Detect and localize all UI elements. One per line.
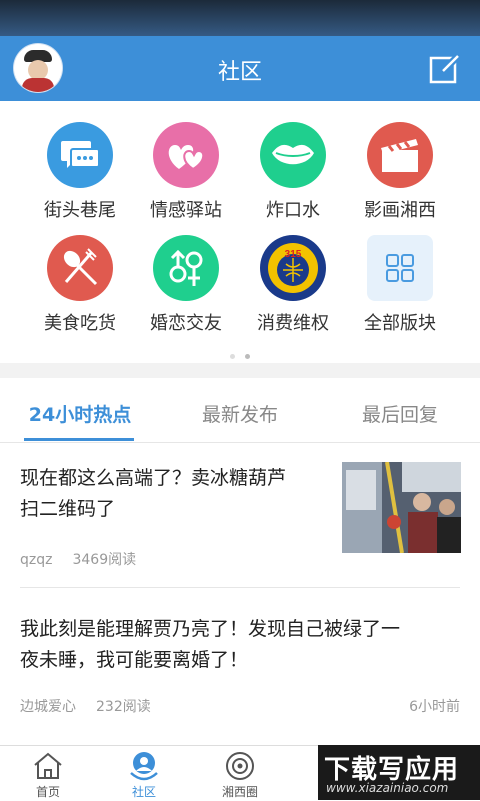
page-indicator (0, 344, 480, 363)
category-label: 街头巷尾 (44, 200, 116, 221)
gender-icon (153, 235, 219, 301)
nav-label: 湘西圈 (221, 785, 258, 799)
list-item[interactable]: 现在都这么高端了？卖冰糖葫芦 扫二维码了 qzqz 3469阅读 (0, 443, 480, 587)
post-title-line: 现在都这么高端了？卖冰糖葫芦 (20, 467, 287, 489)
post-thumbnail (342, 462, 461, 553)
nav-community[interactable]: 社区 (96, 746, 192, 801)
feed-tabs: 24小时热点 最新发布 最后回复 (0, 378, 480, 443)
post-title: 现在都这么高端了？卖冰糖葫芦 扫二维码了 (20, 463, 286, 525)
post-views: 3469阅读 (72, 552, 137, 568)
tab-last-reply[interactable]: 最后回复 (320, 400, 480, 427)
tab-24h-hot[interactable]: 24小时热点 (0, 400, 160, 427)
nav-xiangxi-circle[interactable]: 湘西圈 (192, 746, 288, 801)
edit-icon (429, 52, 462, 84)
category-label: 全部版块 (364, 313, 436, 334)
hearts-icon (153, 122, 219, 188)
category-label: 情感驿站 (150, 200, 222, 221)
category-film[interactable]: 影画湘西 (345, 122, 455, 222)
consumer-rights-315-icon: 315 (260, 235, 326, 301)
chat-bubble-icon (47, 122, 113, 188)
post-time: 6小时前 (409, 699, 460, 715)
post-title-line: 我此刻是能理解贾乃亮了！发现自己被绿了一 (20, 618, 401, 640)
post-author: 边城爱心 (20, 699, 76, 715)
page-dot-active (245, 354, 250, 359)
watermark-logo: 下载写应用 www.xiazainiao.com (318, 745, 480, 800)
category-grid: 街头巷尾 情感驿站 炸口水 影画湘西 美食吃货 婚恋交友 315 消费维权 全部… (0, 101, 480, 363)
category-dating[interactable]: 婚恋交友 (131, 235, 241, 335)
page-title: 社区 (217, 60, 262, 85)
category-emotion[interactable]: 情感驿站 (131, 122, 241, 222)
nav-home[interactable]: 首页 (0, 746, 96, 801)
category-label: 影画湘西 (364, 200, 436, 221)
category-label: 婚恋交友 (150, 313, 222, 334)
category-consumer[interactable]: 315 消费维权 (238, 235, 348, 335)
post-meta: qzqz 3469阅读 (20, 549, 156, 569)
category-food[interactable]: 美食吃货 (25, 235, 135, 335)
category-label: 炸口水 (266, 200, 320, 221)
list-item[interactable]: 我此刻是能理解贾乃亮了！发现自己被绿了一 夜未睡，我可能要离婚了！ 边城爱心 23… (0, 588, 480, 745)
active-tab-indicator (24, 438, 134, 441)
watermark-url: www.xiazainiao.com (326, 781, 449, 795)
post-title-line: 扫二维码了 (20, 498, 116, 520)
nav-label: 社区 (131, 785, 156, 799)
compose-button[interactable] (428, 51, 462, 85)
spoon-fork-icon (47, 235, 113, 301)
lips-icon (260, 122, 326, 188)
post-list: 现在都这么高端了？卖冰糖葫芦 扫二维码了 qzqz3469阅读 我此刻是能理解 (0, 443, 480, 745)
circle-eye-icon (226, 752, 254, 780)
tab-latest[interactable]: 最新发布 (160, 400, 320, 427)
grid-icon (367, 235, 433, 301)
header-bar: 社区 (0, 36, 480, 101)
community-icon (130, 752, 158, 781)
category-label: 美食吃货 (44, 313, 116, 334)
home-icon (34, 752, 62, 779)
page-dot (230, 354, 235, 359)
post-views: 232阅读 (96, 699, 151, 715)
category-all[interactable]: 全部版块 (345, 235, 455, 335)
post-meta: 边城爱心 232阅读 (20, 696, 171, 716)
nav-label: 首页 (35, 785, 60, 799)
post-title-line: 夜未睡，我可能要离婚了！ (20, 649, 249, 671)
status-bar (0, 0, 480, 36)
category-street[interactable]: 街头巷尾 (25, 122, 135, 222)
post-title: 我此刻是能理解贾乃亮了！发现自己被绿了一 夜未睡，我可能要离婚了！ (20, 614, 400, 676)
category-label: 消费维权 (257, 313, 329, 334)
category-chat[interactable]: 炸口水 (238, 122, 348, 222)
post-author: qzqz (20, 552, 53, 568)
clapperboard-icon (367, 122, 433, 188)
